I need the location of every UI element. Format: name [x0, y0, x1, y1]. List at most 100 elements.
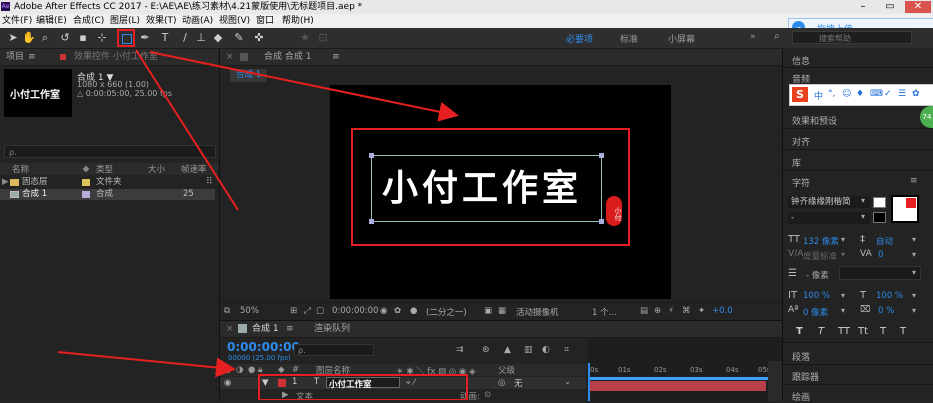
ime-menu-icon[interactable]: ☰ — [898, 89, 906, 99]
faux-italic-button[interactable]: T — [818, 326, 824, 337]
panel-character[interactable]: 字符 — [792, 176, 810, 189]
project-search-input[interactable]: ρ. — [4, 145, 216, 158]
workspace-more-icon[interactable]: » — [750, 32, 756, 42]
superscript-button[interactable]: T — [880, 326, 886, 337]
list-item[interactable]: ▶ 固态层 文件夹 — [0, 177, 215, 188]
menu-help[interactable]: 帮助(H) — [282, 14, 314, 28]
panel-paint[interactable]: 绘画 — [792, 390, 810, 403]
handle[interactable] — [599, 153, 604, 158]
transparency-grid-icon[interactable]: ▦ — [498, 306, 506, 316]
main-text[interactable]: 小付工作室 — [382, 166, 582, 210]
stroke-width-value[interactable]: - 像素 — [806, 269, 829, 281]
workspace-standard[interactable]: 标准 — [620, 32, 638, 45]
maximize-icon[interactable]: ▭ — [877, 1, 903, 13]
col-fps[interactable]: 帧速率 — [181, 163, 207, 175]
kerning-value[interactable]: 度量标准 — [803, 250, 837, 262]
panel-paragraph[interactable]: 段落 — [792, 350, 810, 363]
vertical-scale-value[interactable]: 100 % — [803, 291, 830, 301]
all-caps-button[interactable]: TT — [838, 326, 850, 337]
comp-breadcrumb[interactable]: 合成 1 — [230, 69, 268, 82]
ime-voice-icon[interactable]: ♦ — [856, 89, 864, 99]
comp-canvas[interactable]: 小付工作室 小付 — [330, 85, 671, 299]
roto-brush-tool-icon[interactable]: ✎ — [232, 31, 246, 45]
snapping-icon[interactable]: ⊡ — [316, 31, 330, 45]
menu-composition[interactable]: 合成(C) — [73, 14, 104, 28]
text-color-picker[interactable] — [891, 195, 919, 223]
motion-blur-icon[interactable]: ◐ — [542, 345, 550, 355]
reset-exposure-icon[interactable]: ✦ — [698, 306, 705, 316]
pixel-aspect-icon[interactable]: ⊕ — [654, 306, 661, 316]
chevron-down-icon[interactable]: ▾ — [841, 250, 845, 259]
menu-file[interactable]: 文件(F) — [2, 14, 32, 28]
menu-icon[interactable]: ≡ — [332, 49, 340, 65]
minimize-icon[interactable]: – — [850, 1, 876, 13]
tab-effect-controls[interactable]: 效果控件 小付工作室 — [74, 49, 158, 65]
puppet-pin-tool-icon[interactable]: ✜ — [252, 31, 266, 45]
layer-duration-bar[interactable] — [588, 381, 766, 391]
tracking-value[interactable]: 0 — [878, 250, 883, 260]
search-help-input[interactable]: 搜索帮助 — [792, 31, 912, 44]
show-channel-icon[interactable]: ✿ — [394, 306, 401, 316]
timeline-search-input[interactable]: ρ. — [294, 344, 374, 356]
current-time-indicator[interactable] — [588, 363, 590, 401]
shy-icon[interactable]: ▲ — [504, 345, 511, 355]
menu-effect[interactable]: 效果(T) — [146, 14, 177, 28]
font-size-value[interactable]: 132 像素 — [803, 235, 839, 247]
label-color-icon[interactable] — [278, 379, 286, 387]
ime-keyboard-icon[interactable]: ⌨ — [870, 89, 883, 99]
resolution-select[interactable]: (二分之一) — [426, 306, 467, 318]
handle[interactable] — [599, 219, 604, 224]
views-select[interactable]: 1 个... — [592, 306, 617, 318]
pickwhip-icon[interactable]: ◎ — [498, 378, 505, 388]
fast-preview-icon[interactable]: ⚡ — [668, 306, 674, 316]
menu-icon[interactable]: ≡ — [28, 49, 36, 65]
tab-project[interactable]: 项目 — [6, 49, 24, 65]
always-preview-icon[interactable]: ⧉ — [224, 306, 230, 316]
exposure-value[interactable]: +0.0 — [712, 306, 733, 316]
timeline-track-area[interactable]: 0s 01s 02s 03s 04s 05s — [588, 339, 782, 401]
font-family-select[interactable]: 钟齐缘缘刚楷简 — [788, 196, 870, 208]
small-caps-button[interactable]: Tt — [858, 326, 868, 337]
graph-editor-icon[interactable]: ⌗ — [564, 345, 569, 355]
camera-tool-icon[interactable]: ▪ — [76, 31, 90, 45]
close-icon[interactable]: ✕ — [905, 1, 931, 13]
table-row[interactable]: ▶ 文本 动画: ⊙ — [220, 390, 586, 402]
ime-mode[interactable]: 中 — [814, 89, 823, 102]
handle[interactable] — [369, 219, 374, 224]
workspace-small-screen[interactable]: 小屏幕 — [668, 32, 695, 45]
zoom-tool-icon[interactable]: ⌕ — [38, 31, 52, 45]
menu-animation[interactable]: 动画(A) — [182, 14, 213, 28]
tab-render-queue[interactable]: 渲染队列 — [314, 321, 350, 337]
fit-icon[interactable]: ⤢ — [304, 306, 311, 316]
tab-composition[interactable]: 合成 合成 1 — [264, 49, 311, 65]
comp-flowchart-icon[interactable]: ⇉ — [456, 345, 464, 355]
eraser-tool-icon[interactable]: ◆ — [211, 31, 225, 45]
chevron-down-icon[interactable]: ▾ — [841, 306, 845, 315]
ime-punct[interactable]: °, — [828, 89, 835, 99]
col-type[interactable]: 类型 — [96, 163, 113, 175]
color-icon[interactable]: ● — [410, 306, 417, 316]
panel-library[interactable]: 库 — [792, 156, 801, 169]
menu-window[interactable]: 窗口 — [256, 14, 274, 28]
chevron-down-icon[interactable]: ▾ — [841, 291, 845, 300]
ime-emoji-icon[interactable]: ☺ — [842, 89, 851, 99]
col-parent[interactable]: 父级 — [498, 364, 515, 376]
zoom-select[interactable]: 50% — [240, 306, 259, 316]
menu-view[interactable]: 视图(V) — [219, 14, 250, 28]
font-style-select[interactable]: - — [788, 212, 870, 224]
expand-arrow-icon[interactable]: ▶ — [282, 390, 289, 400]
chevron-down-icon[interactable]: ▾ — [861, 196, 865, 205]
lock-icon[interactable] — [240, 53, 248, 61]
grid-icon[interactable]: ⊞ — [290, 306, 297, 316]
track-scrollbar[interactable] — [768, 361, 782, 401]
region-icon[interactable]: ▣ — [484, 306, 492, 316]
parent-select[interactable]: 无 — [514, 377, 523, 389]
layer-name[interactable]: 小付工作室 — [326, 377, 400, 390]
tab-timeline-comp[interactable]: 合成 1 — [252, 321, 279, 337]
col-size[interactable]: 大小 — [148, 163, 165, 175]
camera-select[interactable]: 活动摄像机 — [516, 306, 559, 318]
fill-color-swatch[interactable] — [873, 197, 886, 208]
animate-label[interactable]: 动画: — [460, 390, 480, 402]
views-layout-icon[interactable]: ▤ — [640, 306, 648, 316]
selection-tool-icon[interactable]: ➤ — [6, 31, 20, 45]
